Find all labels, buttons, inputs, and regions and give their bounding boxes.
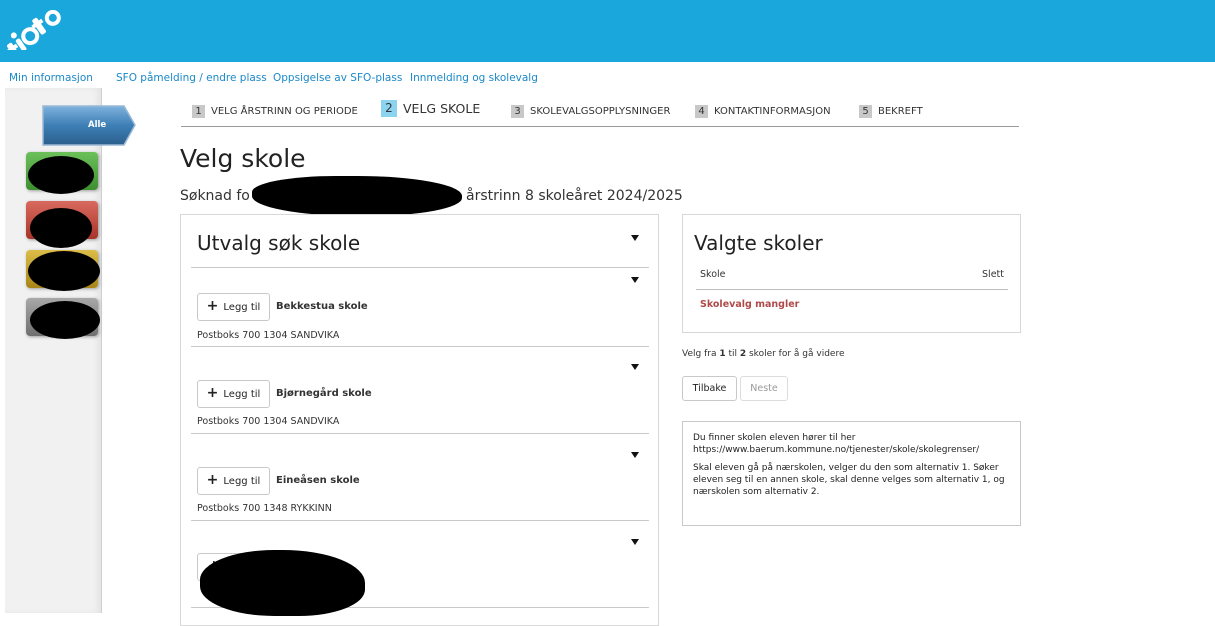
school-name: Bekkestua skole	[276, 301, 368, 312]
nav-link-innmelding-skolevalg[interactable]: Innmelding og skolevalg	[410, 72, 538, 84]
school-address: Postboks 700 1304 SANDVIKA	[197, 416, 340, 427]
selected-panel-title: Valgte skoler	[694, 231, 823, 255]
chevron-down-icon[interactable]	[631, 277, 639, 283]
divider	[191, 433, 649, 434]
redaction-mark	[30, 301, 100, 339]
school-address: Postboks 700 1304 SANDVIKA	[197, 330, 340, 341]
selected-schools-panel: Valgte skoler Skole Slett Skolevalg mang…	[682, 214, 1021, 333]
school-name: Bjørnegård skole	[276, 388, 372, 399]
divider	[191, 520, 649, 521]
column-header-school: Skole	[700, 269, 726, 280]
search-panel-title: Utvalg søk skole	[197, 231, 361, 255]
chevron-down-icon[interactable]	[631, 364, 639, 370]
add-school-button[interactable]: + Legg til	[197, 380, 270, 408]
back-button[interactable]: Tilbake	[682, 376, 737, 401]
step-3[interactable]: 3 SKOLEVALGSOPPLYSNINGER	[511, 105, 670, 118]
plus-icon: +	[206, 298, 219, 314]
plus-icon: +	[206, 385, 219, 401]
nav-link-oppsigelse-sfo[interactable]: Oppsigelse av SFO-plass	[273, 72, 402, 84]
sidebar-alle-label: Alle	[88, 120, 107, 130]
add-school-button[interactable]: + Legg til	[197, 467, 270, 495]
progress-steps: 1 VELG ÅRSTRINN OG PERIODE 2 VELG SKOLE 3S…	[181, 96, 1019, 127]
step-4[interactable]: 4 KONTAKTINFORMASJON	[695, 105, 831, 118]
main-nav: Min informasjon SFO påmelding / endre pl…	[0, 68, 1215, 86]
redaction-mark	[30, 208, 92, 248]
add-school-button[interactable]: + Legg til	[197, 293, 270, 321]
chevron-down-icon[interactable]	[631, 452, 639, 458]
application-subtitle: Søknad fo	[180, 188, 250, 204]
collapse-caret-icon[interactable]	[631, 235, 639, 241]
divider	[191, 346, 649, 347]
info-link[interactable]: https://www.baerum.kommune.no/tjenester/…	[693, 444, 1018, 456]
plus-icon: +	[206, 472, 219, 488]
divider	[696, 289, 1008, 290]
redaction-mark	[28, 156, 94, 194]
school-address: Postboks 700 1348 RYKKINN	[197, 503, 332, 514]
info-text: Skal eleven gå på nærskolen, velger du d…	[693, 463, 1005, 497]
application-subtitle-suffix: årstrinn 8 skoleåret 2024/2025	[466, 188, 683, 204]
tieto-logo	[6, 10, 61, 50]
top-banner	[0, 0, 1215, 62]
step-5[interactable]: 5 BEKREFT	[859, 105, 923, 118]
nav-link-min-informasjon[interactable]: Min informasjon	[9, 72, 93, 84]
redaction-mark	[200, 550, 365, 616]
page-title: Velg skole	[180, 144, 306, 173]
selection-hint: Velg fra 1 til 2 skoler for å gå videre	[682, 349, 845, 359]
info-text: Du finner skolen eleven hører til her	[693, 433, 856, 443]
redaction-mark	[28, 251, 100, 291]
no-school-selected-message: Skolevalg mangler	[700, 299, 800, 310]
step-2-active[interactable]: 2 VELG SKOLE	[381, 100, 480, 117]
nav-link-sfo-pamelding[interactable]: SFO påmelding / endre plass	[116, 72, 267, 84]
redaction-mark	[252, 176, 462, 216]
chevron-down-icon[interactable]	[631, 539, 639, 545]
step-1[interactable]: 1 VELG ÅRSTRINN OG PERIODE	[192, 105, 358, 118]
info-box: Du finner skolen eleven hører til her ht…	[682, 421, 1021, 526]
divider	[191, 267, 649, 268]
school-name: Eineåsen skole	[276, 475, 360, 486]
column-header-delete: Slett	[982, 269, 1004, 280]
next-button[interactable]: Neste	[740, 376, 788, 401]
